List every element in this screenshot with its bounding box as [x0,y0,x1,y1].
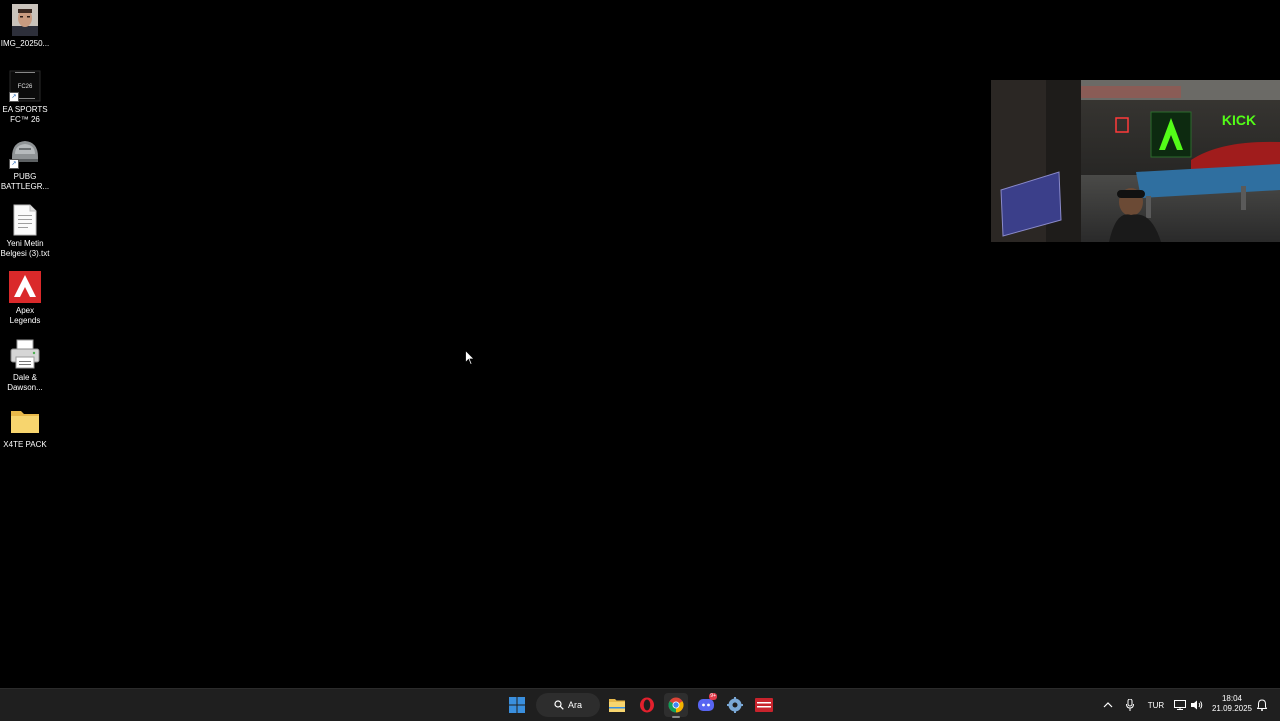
desktop-icon-printer[interactable]: Dale & Dawson... [0,338,50,393]
text-document-icon [9,204,41,236]
notification-bell-icon [1257,699,1267,711]
clock-date: 21.09.2025 [1211,704,1253,713]
desktop-icon-apex-legends[interactable]: Apex Legends [0,271,50,326]
desktop-icon-label: X4TE PACK [3,440,47,449]
opera-icon [640,697,654,713]
desktop-icon-label: Dale & Dawson... [7,373,43,392]
microphone-icon [1126,699,1134,711]
desktop-icon-image-file[interactable]: IMG_20250... [0,4,50,49]
mouse-cursor-icon [465,350,475,366]
tray-network[interactable] [1172,693,1188,717]
taskbar-app-settings[interactable] [723,693,747,717]
active-app-indicator [672,716,680,718]
chevron-up-icon [1103,702,1113,708]
printer-icon [9,338,41,370]
chrome-icon [668,697,684,713]
taskbar-search-box[interactable]: Ara [536,693,600,717]
desktop-icon-text-document[interactable]: Yeni Metin Belgesi (3).txt [0,204,50,259]
desktop-icon-label: Yeni Metin Belgesi (3).txt [0,239,50,258]
start-button[interactable] [505,693,529,717]
tray-overflow-button[interactable] [1100,693,1116,717]
language-indicator: TUR [1147,700,1165,710]
taskbar: Ara 9+ TUR 18:04 21.09.2025 [0,688,1280,721]
apex-legends-icon [9,271,41,303]
kick-sign-text: KICK [1222,112,1256,128]
taskbar-clock[interactable]: 18:04 21.09.2025 [1210,694,1254,714]
tray-language[interactable]: TUR [1144,693,1168,717]
network-icon [1174,700,1186,710]
notification-center-button[interactable] [1254,693,1270,717]
search-label: Ara [567,700,582,710]
desktop-icon-label: EA SPORTS FC™ 26 [2,105,48,124]
desktop-icon-label: PUBG BATTLEGR... [0,172,50,191]
webcam-overlay: KICK [991,80,1280,242]
shortcut-arrow-icon: ↗ [9,159,19,169]
desktop-background[interactable]: IMG_20250... FC26 ↗ EA SPORTS FC™ 26 ↗ P… [0,0,1280,688]
settings-gear-icon [727,697,743,713]
photo-thumbnail-icon [9,4,41,36]
tray-volume[interactable] [1189,693,1205,717]
taskbar-app-file-explorer[interactable] [605,693,629,717]
speaker-icon [1191,700,1203,710]
windows-start-icon [509,697,525,713]
search-icon [554,700,564,710]
desktop-icon-folder[interactable]: X4TE PACK [0,405,50,450]
discord-badge: 9+ [709,693,717,700]
taskbar-app-video-editor[interactable] [752,693,776,717]
taskbar-app-discord[interactable]: 9+ [694,693,718,717]
discord-icon [698,699,714,711]
desktop-icon-label: Apex Legends [9,306,41,325]
clock-time: 18:04 [1221,694,1243,703]
video-editor-icon [755,698,773,712]
ea-sports-fc-icon: FC26 ↗ [9,70,41,102]
taskbar-app-chrome[interactable] [664,693,688,718]
taskbar-app-opera[interactable] [635,693,659,717]
desktop-icon-ea-sports-fc[interactable]: FC26 ↗ EA SPORTS FC™ 26 [0,70,50,125]
pubg-helmet-icon: ↗ [9,137,41,169]
file-explorer-icon [609,699,625,712]
tray-microphone[interactable] [1122,693,1138,717]
folder-icon [9,405,41,437]
fc-badge-text: FC26 [18,84,33,90]
desktop-icon-label: IMG_20250... [0,39,50,48]
desktop-icon-pubg[interactable]: ↗ PUBG BATTLEGR... [0,137,50,192]
shortcut-arrow-icon: ↗ [9,92,19,102]
